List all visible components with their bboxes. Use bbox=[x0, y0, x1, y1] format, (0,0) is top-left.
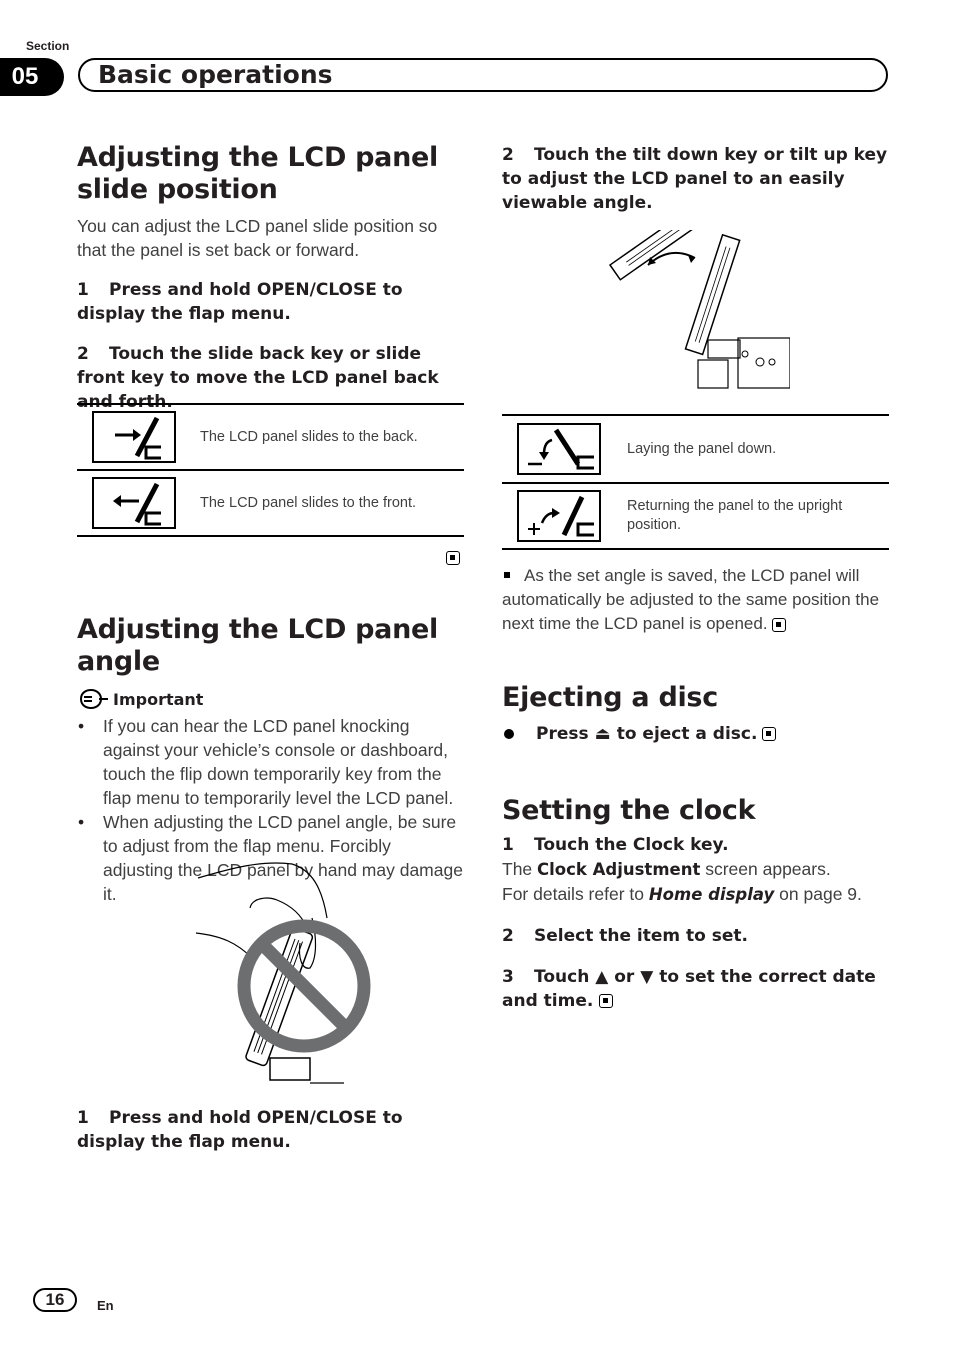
angle-step-2: 2 Touch the tilt down key or tilt up key … bbox=[502, 143, 890, 215]
step-number: 2 bbox=[502, 926, 514, 946]
step-text: Select the item to set. bbox=[534, 926, 749, 946]
eject-step-suffix: to eject a disc. bbox=[616, 724, 758, 744]
body-text: screen appears. bbox=[705, 859, 831, 879]
clock-step-2: 2 Select the item to set. bbox=[502, 924, 894, 948]
angle-heading: Adjusting the LCD panel angle bbox=[77, 614, 438, 677]
section-label: Section bbox=[26, 39, 70, 53]
language-label: En bbox=[97, 1298, 114, 1313]
body-text: on page 9. bbox=[779, 884, 862, 904]
step-number: 1 bbox=[77, 280, 89, 300]
step-number: 1 bbox=[77, 1108, 89, 1128]
section-title: Basic operations bbox=[98, 60, 333, 89]
important-wrench-icon bbox=[79, 688, 108, 710]
up-arrow-icon: ▲ bbox=[595, 967, 609, 987]
slide-intro: You can adjust the LCD panel slide posit… bbox=[77, 216, 438, 260]
no-hand-adjust-figure bbox=[192, 858, 388, 1088]
clock-step-3: 3 Touch ▲ or ▼ to set the correct date an… bbox=[502, 965, 894, 1013]
table-row: The LCD panel slides to the front. bbox=[77, 471, 464, 537]
lcd-panel-tilt-illustration bbox=[608, 177, 791, 389]
slide-position-section: Adjusting the LCD panel slide position Y… bbox=[77, 142, 465, 414]
step-number: 3 bbox=[502, 967, 514, 987]
step-text: Press and hold OPEN/CLOSE to display the… bbox=[77, 280, 403, 324]
eject-section: Ejecting a disc Press ⏏ to eject a disc. bbox=[502, 682, 892, 746]
clock-section: Setting the clock 1 Touch the Clock key. … bbox=[502, 795, 894, 1013]
round-bullet-icon bbox=[504, 729, 514, 739]
section-end-mark-icon bbox=[446, 550, 460, 565]
heading-line-2: slide position bbox=[77, 174, 278, 205]
clock-heading: Setting the clock bbox=[502, 795, 756, 826]
angle-saved-note: As the set angle is saved, the LCD panel… bbox=[502, 564, 892, 636]
angle-step-1: 1 Press and hold OPEN/CLOSE to display th… bbox=[77, 1106, 467, 1154]
body-text: For details refer to bbox=[502, 884, 644, 904]
step-text: Touch the slide back key or slide front … bbox=[77, 344, 439, 412]
bullet-item: If you can hear the LCD panel knocking a… bbox=[77, 714, 465, 810]
clock-adjustment-term: Clock Adjustment bbox=[537, 860, 701, 879]
table-row-text: Laying the panel down. bbox=[627, 440, 777, 457]
table-row-text: The LCD panel slides to the front. bbox=[200, 494, 417, 511]
note-square-bullet-icon bbox=[504, 572, 510, 579]
section-number-badge: 05 bbox=[0, 58, 64, 96]
home-display-link[interactable]: Home display bbox=[649, 885, 774, 904]
table-row: The LCD panel slides to the back. bbox=[77, 405, 464, 471]
section-end-mark-icon bbox=[599, 994, 614, 1008]
table-row-text: The LCD panel slides to the back. bbox=[200, 428, 418, 445]
important-note-header: Important bbox=[77, 688, 467, 710]
prohibited-hand-adjust-illustration bbox=[195, 862, 371, 1084]
tilt-figure bbox=[600, 177, 791, 395]
slide-key-table: The LCD panel slides to the back. The LC… bbox=[77, 403, 464, 537]
step-text: Touch bbox=[534, 967, 590, 987]
eject-heading: Ejecting a disc bbox=[502, 682, 718, 713]
slide-step-1: 1 Press and hold OPEN/CLOSE to display th… bbox=[77, 278, 465, 326]
step-text: or bbox=[614, 967, 635, 987]
slide-position-heading: Adjusting the LCD panel slide position bbox=[77, 142, 465, 206]
slide-back-key-icon bbox=[92, 411, 176, 463]
section-end-mark-icon bbox=[772, 617, 787, 632]
step-number: 2 bbox=[77, 344, 89, 364]
table-row-text: Returning the panel to the upright posit… bbox=[627, 498, 843, 533]
table-row: Laying the panel down. bbox=[502, 416, 889, 484]
tilt-key-table: Laying the panel down. Returning the pan… bbox=[502, 414, 889, 550]
slide-front-key-icon bbox=[92, 477, 176, 529]
important-label: Important bbox=[113, 689, 204, 709]
step-number: 2 bbox=[502, 145, 514, 165]
eject-button-icon: ⏏ bbox=[594, 724, 611, 744]
eject-step-prefix: Press bbox=[536, 724, 589, 744]
body-text: The bbox=[502, 859, 533, 879]
step-text: Press and hold OPEN/CLOSE to display the… bbox=[77, 1108, 403, 1152]
clock-step-1-body: The Clock Adjustment screen appears. bbox=[502, 857, 894, 882]
clock-step-1-reference: For details refer to Home display on pag… bbox=[502, 882, 894, 907]
down-arrow-icon: ▼ bbox=[640, 967, 654, 987]
clock-step-1: 1 Touch the Clock key. bbox=[502, 833, 894, 857]
step-text: Touch the tilt down key or tilt up key t… bbox=[502, 145, 888, 213]
section-end-mark-icon bbox=[762, 727, 777, 741]
heading-line-1: Adjusting the LCD panel bbox=[77, 142, 438, 173]
page-number: 16 bbox=[33, 1288, 77, 1312]
tilt-up-key-icon bbox=[517, 490, 601, 542]
step-text: Touch the Clock key. bbox=[534, 835, 729, 855]
tilt-down-key-icon bbox=[517, 423, 601, 475]
step-number: 1 bbox=[502, 835, 514, 855]
eject-step: Press ⏏ to eject a disc. bbox=[502, 722, 892, 746]
table-row: Returning the panel to the upright posit… bbox=[502, 484, 889, 550]
note-text: As the set angle is saved, the LCD panel… bbox=[502, 566, 880, 633]
